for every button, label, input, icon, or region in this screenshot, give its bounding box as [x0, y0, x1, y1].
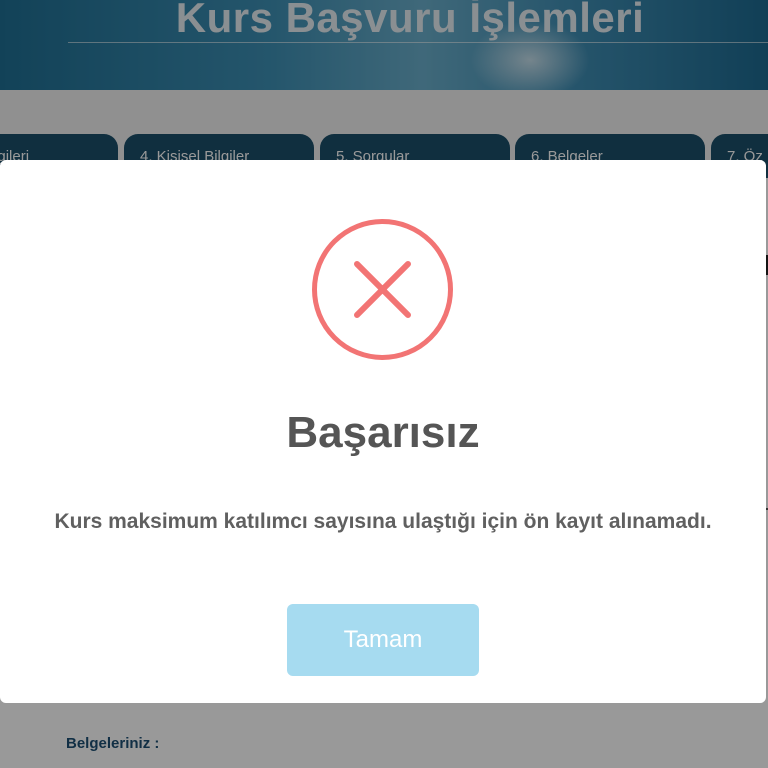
- error-dialog: Başarısız Kurs maksimum katılımcı sayısı…: [0, 160, 766, 703]
- error-x-circle-icon: [312, 219, 453, 360]
- page: Kurs Başvuru İşlemleri enim Bilgileri 4.…: [0, 0, 768, 768]
- dialog-message: Kurs maksimum katılımcı sayısına ulaştığ…: [54, 510, 712, 533]
- confirm-button[interactable]: Tamam: [287, 604, 479, 676]
- dialog-title: Başarısız: [286, 408, 480, 457]
